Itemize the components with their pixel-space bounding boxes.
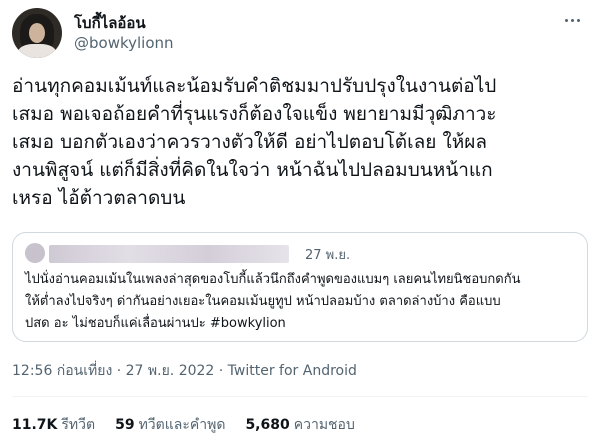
quoted-tweet[interactable]: 27 พ.ย. ไปนั่งอ่านคอมเม้นในเพลงล่าสุดของ…: [12, 232, 588, 342]
retweets-count: 11.7K: [12, 417, 58, 433]
author-display-name[interactable]: โบกี้ไลอ้อน: [74, 11, 146, 35]
quoted-tweet-text: ไปนั่งอ่านคอมเม้นในเพลงล่าสุดของโบกี้แล้…: [25, 269, 581, 335]
quoted-text-line: ให้ต่ำลงไปจริงๆ ด่ากันอย่างเยอะในคอมเม้น…: [25, 294, 501, 309]
avatar-face: [29, 23, 45, 43]
divider: [12, 396, 588, 397]
quoted-tweet-date: 27 พ.ย.: [305, 248, 351, 263]
tweet-text: อ่านทุกคอมเม้นท์และน้อมรับคำติชมมาปรับปร…: [12, 72, 592, 212]
likes-label: ความชอบ: [293, 417, 355, 433]
tweet-text-line: เสมอ พอเจอถ้อยคำที่รุนแรงก็ต้องใจแข็ง พย…: [12, 103, 497, 125]
quotes-label: ทวีตและคำพูด: [138, 417, 226, 433]
retweets-label: รีทวีต: [61, 417, 96, 433]
avatar-shirt: [18, 44, 56, 58]
tweet-text-line: เหรอ ไอ้ต้าวตลาดบน: [12, 187, 186, 209]
quoted-author-avatar: [25, 243, 45, 263]
quotes-stat[interactable]: 59 ทวีตและคำพูด: [115, 414, 225, 436]
quoted-text-line: ปสด อะ ไม่ชอบก็แค่เลื่อนผ่านปะ #bowkylio…: [25, 316, 286, 331]
tweet-header: โบกี้ไลอ้อน @bowkylionn: [12, 8, 588, 60]
retweets-stat[interactable]: 11.7K รีทวีต: [12, 414, 95, 436]
likes-count: 5,680: [245, 417, 290, 433]
quoted-author-name-redacted: [49, 245, 289, 263]
tweet-timestamp[interactable]: 12:56 ก่อนเที่ยง · 27 พ.ย. 2022 · Twitte…: [12, 360, 357, 382]
quotes-count: 59: [115, 417, 135, 433]
tweet-text-line: เสมอ บอกตัวเองว่าควรวางตัวให้ดี อย่าไปตอ…: [12, 131, 488, 153]
more-options-icon[interactable]: [560, 10, 584, 30]
tweet-text-line: งานพิสูจน์ แต่ก็มีสิ่งที่คิดในใจว่า หน้า…: [12, 159, 493, 181]
likes-stat[interactable]: 5,680 ความชอบ: [245, 414, 354, 436]
quoted-text-line: ไปนั่งอ่านคอมเม้นในเพลงล่าสุดของโบกี้แล้…: [25, 272, 521, 287]
author-handle[interactable]: @bowkylionn: [74, 34, 174, 52]
tweet-stats: 11.7K รีทวีต 59 ทวีตและคำพูด 5,680 ความชอบ: [12, 414, 355, 436]
author-avatar[interactable]: [12, 8, 62, 58]
tweet-text-line: อ่านทุกคอมเม้นท์และน้อมรับคำติชมมาปรับปร…: [12, 75, 497, 97]
